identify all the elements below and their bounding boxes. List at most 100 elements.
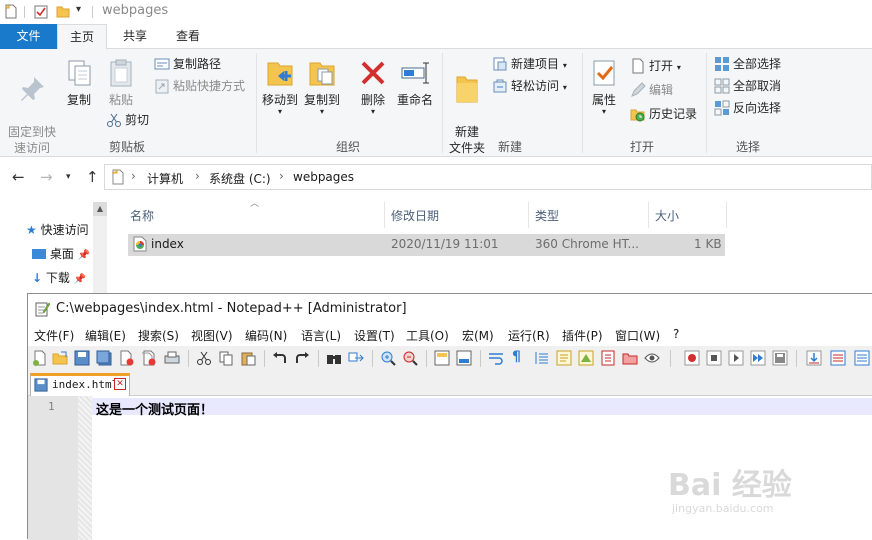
menu-edit[interactable]: 编辑(E) (85, 327, 126, 344)
qat-dropdown-arrow[interactable]: ▾ (76, 4, 81, 15)
tab-index-html[interactable]: index.html ✕ (30, 373, 130, 396)
paste-button[interactable]: 粘贴 (102, 57, 140, 108)
menu-run[interactable]: 运行(R) (508, 327, 550, 344)
fold-margin[interactable] (78, 396, 92, 540)
column-size[interactable]: 大小 (655, 207, 679, 224)
paste-icon[interactable] (240, 350, 256, 366)
download-arrow-icon[interactable] (806, 350, 822, 366)
select-none-button[interactable]: 全部取消 (714, 77, 781, 95)
properties-check-icon[interactable] (34, 4, 48, 19)
menu-macro[interactable]: 宏(M) (462, 327, 494, 344)
menu-file[interactable]: 文件(F) (34, 327, 74, 344)
column-divider[interactable] (726, 202, 727, 228)
copy-to-button[interactable]: 复制到 ▾ (303, 57, 341, 116)
edit-button[interactable]: 编辑 (630, 81, 673, 99)
new-document-icon[interactable] (4, 4, 18, 19)
pin-quick-access-button[interactable]: 固定到快 速访问 (4, 57, 60, 156)
select-all-button[interactable]: 全部选择 (714, 55, 781, 73)
redo-icon[interactable] (294, 350, 310, 366)
delete-button[interactable]: 删除 ▾ (356, 57, 390, 116)
tab-close-icon[interactable]: ✕ (114, 378, 126, 390)
replace-icon[interactable] (348, 350, 364, 366)
monitoring-eye-icon[interactable] (644, 350, 660, 366)
doc-map-icon[interactable] (578, 350, 594, 366)
scroll-up-arrow-icon[interactable]: ▲ (93, 202, 107, 216)
open-folder-icon[interactable] (52, 350, 68, 366)
back-arrow-icon[interactable]: ← (12, 168, 25, 186)
indent-guide-icon[interactable] (534, 350, 550, 366)
copy-path-button[interactable]: 复制路径 (154, 55, 221, 73)
save-icon[interactable] (74, 350, 90, 366)
stop-macro-icon[interactable] (706, 350, 722, 366)
menu-search[interactable]: 搜索(S) (138, 327, 179, 344)
nav-item-desktop[interactable]: 桌面 📌 (32, 245, 90, 262)
breadcrumb-computer[interactable]: 计算机 (147, 170, 183, 187)
open-button[interactable]: 打开 ▾ (630, 57, 681, 75)
easy-access-button[interactable]: 轻松访问 ▾ (492, 77, 567, 95)
zoom-in-icon[interactable] (380, 350, 396, 366)
column-modified[interactable]: 修改日期 (391, 207, 439, 224)
move-to-button[interactable]: 移动到 ▾ (261, 57, 299, 116)
nav-item-quick-access[interactable]: ★ 快速访问 (26, 221, 89, 238)
record-macro-icon[interactable] (684, 350, 700, 366)
menu-view[interactable]: 视图(V) (191, 327, 233, 344)
paste-shortcut-button[interactable]: 粘贴快捷方式 (154, 77, 245, 95)
new-file-icon[interactable] (32, 350, 48, 366)
history-button[interactable]: 历史记录 (630, 105, 697, 123)
cut-scissors-icon[interactable] (196, 350, 212, 366)
tab-file[interactable]: 文件 (0, 24, 57, 49)
column-type[interactable]: 类型 (535, 207, 559, 224)
column-divider[interactable] (384, 202, 385, 228)
tab-share[interactable]: 共享 (112, 24, 158, 49)
cut-button[interactable]: 剪切 (106, 111, 149, 129)
undo-icon[interactable] (272, 350, 288, 366)
menu-language[interactable]: 语言(L) (301, 327, 341, 344)
recent-locations-chevron-icon[interactable]: ▾ (66, 172, 71, 182)
menu-plugins[interactable]: 插件(P) (562, 327, 603, 344)
sync-horizontal-icon[interactable] (456, 350, 472, 366)
rename-button[interactable]: 重命名 (394, 57, 436, 108)
copy-button[interactable]: 复制 (62, 57, 96, 108)
close-file-icon[interactable] (118, 350, 134, 366)
new-item-button[interactable]: 新建项目 ▾ (492, 55, 567, 73)
folder-icon[interactable] (56, 4, 70, 19)
breadcrumb-system-drive[interactable]: 系统盘 (C:) (209, 170, 271, 187)
column-name[interactable]: 名称 (130, 207, 154, 224)
sync-vertical-icon[interactable] (434, 350, 450, 366)
menu-help[interactable]: ? (673, 327, 679, 341)
menu-tools[interactable]: 工具(O) (406, 327, 449, 344)
address-bar[interactable]: › 计算机 › 系统盘 (C:) › webpages (104, 164, 872, 190)
invert-selection-button[interactable]: 反向选择 (714, 99, 781, 117)
properties-button[interactable]: 属性 ▾ (586, 57, 622, 116)
tab-home[interactable]: 主页 (57, 24, 107, 50)
breadcrumb-webpages[interactable]: webpages (293, 170, 354, 184)
find-binoculars-icon[interactable] (326, 350, 342, 366)
function-list-icon[interactable] (600, 350, 616, 366)
column-divider[interactable] (648, 202, 649, 228)
notepad-title-bar[interactable]: C:\webpages\index.html - Notepad++ [Admi… (28, 294, 872, 324)
save-all-icon[interactable] (96, 350, 112, 366)
menu-window[interactable]: 窗口(W) (615, 327, 660, 344)
menu-encoding[interactable]: 编码(N) (245, 327, 287, 344)
new-folder-button[interactable]: 新建 文件夹 (446, 57, 488, 156)
copy-icon[interactable] (218, 350, 234, 366)
folder-workspace-icon[interactable] (622, 350, 638, 366)
zoom-out-icon[interactable] (402, 350, 418, 366)
up-arrow-icon[interactable]: ↑ (86, 168, 99, 186)
forward-arrow-icon[interactable]: → (40, 168, 53, 186)
panel-view-icon[interactable] (854, 350, 870, 366)
nav-pane-scrollbar[interactable] (93, 202, 107, 296)
menu-settings[interactable]: 设置(T) (354, 327, 395, 344)
save-macro-icon[interactable] (772, 350, 788, 366)
show-all-chars-icon[interactable]: ¶ (512, 349, 528, 365)
word-wrap-icon[interactable] (488, 350, 504, 366)
nav-item-downloads[interactable]: ↓ 下载 📌 (32, 269, 86, 286)
tab-view[interactable]: 查看 (165, 24, 211, 49)
list-view-icon[interactable] (830, 350, 846, 366)
file-row[interactable]: index 2020/11/19 11:01 360 Chrome HT... … (128, 234, 725, 256)
close-all-icon[interactable] (140, 350, 156, 366)
run-macro-multiple-icon[interactable] (750, 350, 766, 366)
play-macro-icon[interactable] (728, 350, 744, 366)
print-icon[interactable] (164, 350, 180, 366)
user-language-icon[interactable] (556, 350, 572, 366)
